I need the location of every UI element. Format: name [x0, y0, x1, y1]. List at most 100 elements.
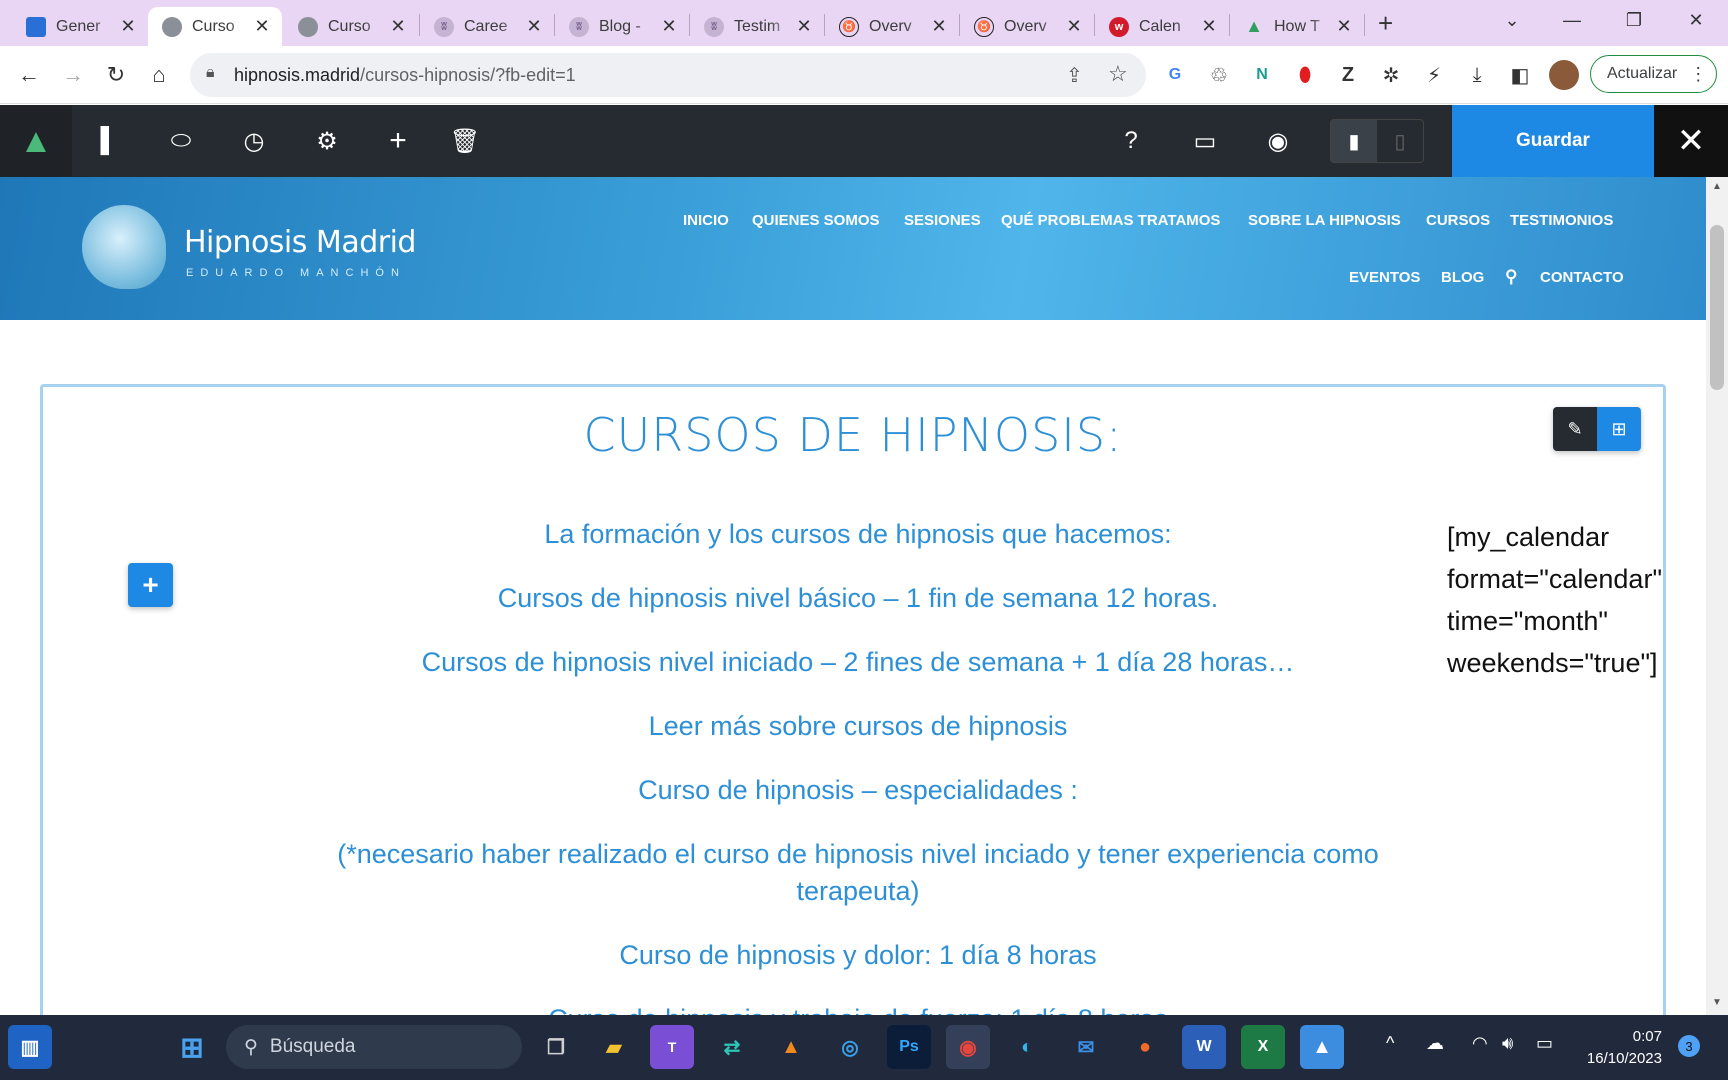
nav-blog[interactable]: BLOG	[1441, 269, 1484, 286]
nav-eventos[interactable]: EVENTOS	[1349, 269, 1420, 286]
selected-section-outline[interactable]	[40, 384, 1666, 1015]
close-tab-icon[interactable]: ✕	[524, 16, 544, 37]
file-explorer-icon[interactable]: ▰	[592, 1025, 636, 1069]
tab-search-chevron-icon[interactable]: ⌄	[1484, 0, 1540, 40]
chrome-icon[interactable]: ◉	[946, 1025, 990, 1069]
vlc-icon[interactable]: ▲	[769, 1025, 813, 1069]
page-scrollbar[interactable]: ▲ ▼	[1706, 177, 1728, 1015]
download-icon[interactable]: ⤓	[1462, 60, 1492, 90]
nav-testimonios[interactable]: TESTIMONIOS	[1510, 212, 1613, 229]
site-logo-text[interactable]: Hipnosis Madrid	[184, 225, 416, 260]
close-tab-icon[interactable]: ✕	[659, 16, 679, 37]
page-toggle[interactable]: ▮ ▯	[1330, 119, 1424, 163]
preview-eye-icon[interactable]: ◉	[1260, 123, 1296, 159]
speed-extension-icon[interactable]: ⚡︎	[1419, 60, 1449, 90]
save-button[interactable]: Guardar	[1452, 105, 1654, 177]
recycle-extension-icon[interactable]: ♲	[1204, 60, 1234, 90]
sync-app-icon[interactable]: ⇄	[710, 1025, 754, 1069]
taskbar-search[interactable]: ⚲ Búsqueda	[226, 1025, 522, 1069]
page-doc-icon[interactable]: ▮	[1331, 120, 1377, 162]
address-bar[interactable]: 🔒︎ hipnosis.madrid/cursos-hipnosis/?fb-e…	[190, 53, 1146, 97]
nav-search-icon[interactable]: ⚲	[1505, 267, 1517, 287]
wifi-icon[interactable]: ◠	[1472, 1033, 1488, 1054]
nav-cursos[interactable]: CURSOS	[1426, 212, 1490, 229]
photos-icon[interactable]: ▲	[1300, 1025, 1344, 1069]
n-extension-icon[interactable]: N	[1247, 60, 1277, 90]
browser-tab-active[interactable]: Curso ✕	[148, 7, 282, 46]
close-builder-icon[interactable]: ✕	[1654, 105, 1728, 177]
page-doc-alt-icon[interactable]: ▯	[1377, 120, 1423, 162]
add-module-icon[interactable]: +	[380, 123, 416, 159]
minimize-icon[interactable]: —	[1544, 0, 1600, 40]
nav-inicio[interactable]: INICIO	[683, 212, 729, 229]
browser-tab[interactable]: Curso ✕	[284, 7, 418, 46]
browser-tab[interactable]: ▲ How T ✕	[1230, 7, 1364, 46]
scroll-up-icon[interactable]: ▲	[1712, 181, 1722, 192]
builder-logo-icon[interactable]: ▲	[0, 105, 72, 177]
close-tab-icon[interactable]: ✕	[794, 16, 814, 37]
desktop-view-icon[interactable]: ▭	[1187, 123, 1223, 159]
opera-extension-icon[interactable]: ⬮	[1290, 60, 1320, 90]
new-tab-icon[interactable]: +	[1378, 8, 1393, 39]
windows-start-icon[interactable]: ⊞	[170, 1025, 214, 1069]
update-browser-button[interactable]: Actualizar ⋮	[1590, 55, 1717, 93]
restore-icon[interactable]: ❐	[1606, 0, 1662, 40]
excel-icon[interactable]: X	[1241, 1025, 1285, 1069]
add-column-icon[interactable]: ⊞	[1597, 407, 1641, 451]
nav-contacto[interactable]: CONTACTO	[1540, 269, 1624, 286]
read-more-link[interactable]: Leer más sobre cursos de hipnosis	[310, 708, 1406, 745]
taskbar-clock[interactable]: 0:07 16/10/2023	[1570, 1026, 1662, 1070]
nav-sesiones[interactable]: SESIONES	[904, 212, 981, 229]
trash-icon[interactable]: 🗑︎	[447, 123, 483, 159]
onedrive-icon[interactable]: ☁	[1426, 1033, 1444, 1054]
cortana-icon[interactable]: ◎	[828, 1025, 872, 1069]
close-window-icon[interactable]: ✕	[1668, 0, 1724, 40]
bookmark-star-icon[interactable]: ☆	[1108, 61, 1128, 87]
browser-tab[interactable]: ♉ Overv ✕	[825, 7, 959, 46]
browser-tab[interactable]: ʬ Caree ✕	[420, 7, 554, 46]
sidepanel-icon[interactable]: ◧	[1505, 60, 1535, 90]
puzzle-extensions-icon[interactable]: ✲	[1376, 60, 1406, 90]
close-tab-icon[interactable]: ✕	[1334, 16, 1354, 37]
history-icon[interactable]: ◷	[236, 123, 272, 159]
tray-chevron-icon[interactable]: ^	[1386, 1033, 1394, 1054]
nav-sobre-la-hipnosis[interactable]: SOBRE LA HIPNOSIS	[1248, 212, 1401, 229]
teams-icon[interactable]: T	[650, 1025, 694, 1069]
library-icon[interactable]: ⬭	[163, 123, 199, 159]
mail-icon[interactable]: ✉	[1064, 1025, 1108, 1069]
settings-toggle-icon[interactable]: ⚙	[309, 123, 345, 159]
sidebar-panel-icon[interactable]: ▌	[91, 123, 127, 159]
reload-icon[interactable]: ↻	[99, 58, 133, 92]
scrollbar-thumb[interactable]	[1710, 225, 1724, 390]
browser-tab[interactable]: ♉ Overv ✕	[960, 7, 1094, 46]
profile-avatar[interactable]	[1549, 60, 1579, 90]
notification-badge[interactable]: 3	[1678, 1035, 1700, 1057]
nav-que-problemas-tratamos[interactable]: QUÉ PROBLEMAS TRATAMOS	[1001, 212, 1220, 229]
nav-quienes-somos[interactable]: QUIENES SOMOS	[752, 212, 880, 229]
browser-tab[interactable]: Gener ✕	[12, 7, 148, 46]
photoshop-icon[interactable]: Ps	[887, 1025, 931, 1069]
firefox-icon[interactable]: ●	[1123, 1025, 1167, 1069]
home-icon[interactable]: ⌂	[142, 58, 176, 92]
z-extension-icon[interactable]: Z	[1333, 60, 1363, 90]
volume-icon[interactable]: 🔊︎	[1502, 1033, 1513, 1054]
back-icon[interactable]: ←	[12, 58, 46, 92]
scroll-down-icon[interactable]: ▼	[1712, 997, 1722, 1008]
edit-pencil-icon[interactable]: ✎	[1553, 407, 1597, 451]
widgets-icon[interactable]: ▥	[8, 1025, 52, 1069]
close-tab-icon[interactable]: ✕	[388, 16, 408, 37]
task-view-icon[interactable]: ❐	[534, 1025, 578, 1069]
close-tab-icon[interactable]: ✕	[929, 16, 949, 37]
translate-extension-icon[interactable]: G	[1160, 60, 1190, 90]
browser-tab[interactable]: ʬ Blog - ✕	[555, 7, 689, 46]
help-icon[interactable]: ?	[1113, 123, 1149, 159]
kebab-menu-icon[interactable]: ⋮	[1689, 64, 1707, 85]
edge-icon[interactable]: ◐	[1005, 1025, 1049, 1069]
browser-tab[interactable]: ʬ Testim ✕	[690, 7, 824, 46]
head-logo-icon[interactable]	[82, 205, 166, 289]
add-row-button[interactable]: +	[128, 563, 173, 607]
share-icon[interactable]: ⇪	[1066, 63, 1083, 88]
close-tab-icon[interactable]: ✕	[118, 16, 138, 37]
browser-tab[interactable]: w Calen ✕	[1095, 7, 1229, 46]
word-icon[interactable]: W	[1182, 1025, 1226, 1069]
